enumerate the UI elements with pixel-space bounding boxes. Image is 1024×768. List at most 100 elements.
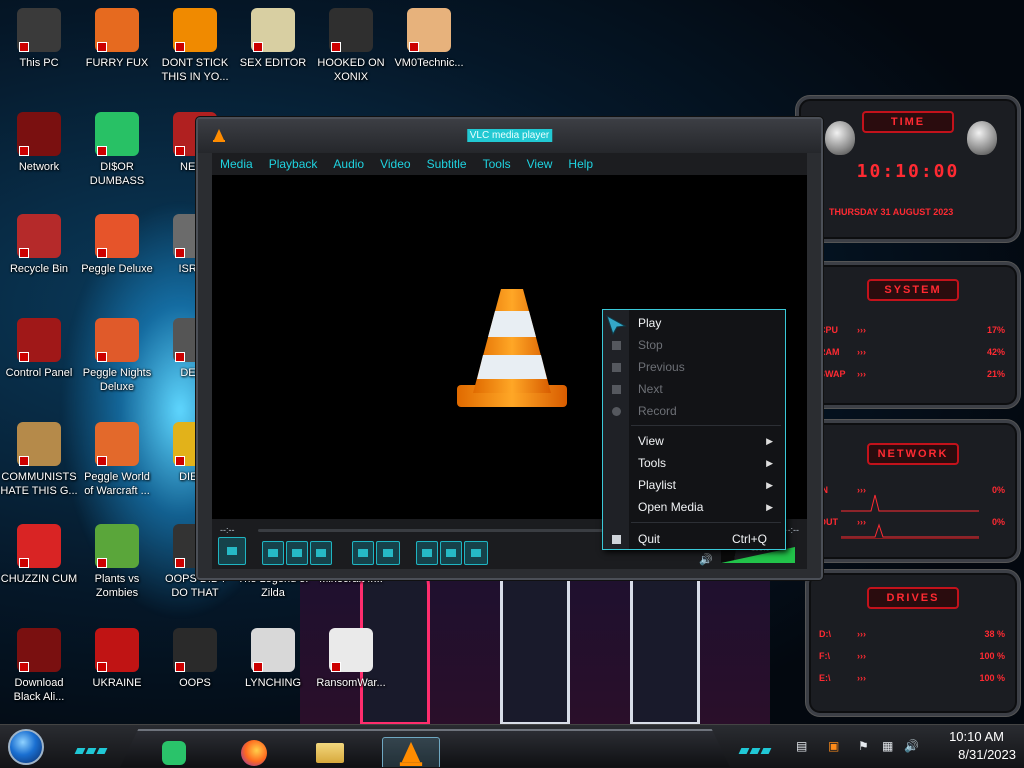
desktop-icon[interactable]: Peggle World of Warcraft ...: [78, 418, 156, 510]
menu-item-label: View: [638, 434, 664, 448]
menu-item-tools[interactable]: Tools ▶: [603, 452, 785, 474]
menu-audio[interactable]: Audio: [325, 153, 372, 175]
play-button[interactable]: [218, 537, 246, 565]
folder-icon: [316, 743, 344, 763]
taskbar: ▤ ▣ ⚑ ▦ 🔊 10:10 AM 8/31/2023: [0, 724, 1024, 768]
taskbar-app-chat[interactable]: [154, 737, 194, 767]
network-gadget[interactable]: NETWORK IN ››› 0% OUT ››› 0%: [806, 420, 1020, 562]
next-button[interactable]: [310, 541, 332, 565]
shortcut-arrow-icon: [253, 42, 263, 52]
gadget-row-value: 0%: [991, 517, 1005, 527]
menu-view[interactable]: View: [519, 153, 561, 175]
menu-item-record: Record: [603, 400, 785, 422]
shortcut-arrow-icon: [331, 42, 341, 52]
drives-gadget[interactable]: DRIVES D:\ ››› 38 % F:\ ››› 100 % E:\ ››› 100 %: [806, 570, 1020, 716]
desktop-icon[interactable]: UKRAINE: [78, 624, 156, 716]
app-icon: [251, 8, 295, 52]
desktop-icon[interactable]: Peggle Deluxe: [78, 210, 156, 302]
desktop-icon[interactable]: COMMUNISTS HATE THIS G...: [0, 418, 78, 510]
desktop-icon-label: FURRY FUX: [85, 57, 149, 69]
stop-icon: [612, 341, 621, 350]
gadget-row-bar: ›››: [857, 673, 866, 683]
taskbar-clock-time[interactable]: 10:10 AM: [949, 729, 1004, 744]
desktop-icon-label: This PC: [19, 57, 59, 69]
shortcut-arrow-icon: [409, 42, 419, 52]
gadget-row-bar: ›››: [857, 347, 866, 357]
desktop-icon[interactable]: DONT STICK THIS IN YO...: [156, 4, 234, 96]
loop-button[interactable]: [440, 541, 462, 565]
gadget-row: D:\ ››› 38 %: [819, 629, 1005, 639]
tray-app-icon[interactable]: ▣: [828, 739, 839, 753]
shortcut-arrow-icon: [253, 662, 263, 672]
gadget-row: SWAP ››› 21%: [819, 369, 1005, 379]
desktop-icon[interactable]: RansomWar...: [312, 624, 390, 716]
vlc-titlebar[interactable]: VLC media player: [198, 119, 821, 153]
desktop-icon[interactable]: This PC: [0, 4, 78, 96]
gadget-row-value: 21%: [986, 369, 1005, 379]
tray-overflow-icon[interactable]: ▤: [796, 739, 807, 753]
time-gadget[interactable]: TIME 10:10:00 THURSDAY 31 AUGUST 2023: [796, 96, 1020, 242]
taskbar-app-file-explorer[interactable]: [310, 737, 350, 767]
desktop-icon[interactable]: HOOKED ON XONIX: [312, 4, 390, 96]
desktop-icon-label: Control Panel: [5, 367, 73, 379]
action-center-flag-icon[interactable]: ⚑: [858, 739, 869, 753]
desktop-icon[interactable]: Download Black Ali...: [0, 624, 78, 716]
vlc-cone-icon: [399, 741, 423, 766]
desktop-icon-label: Network: [18, 161, 60, 173]
fullscreen-button[interactable]: [352, 541, 374, 565]
desktop-icon[interactable]: Control Panel: [0, 314, 78, 406]
desktop-icon[interactable]: VM0Technic...: [390, 4, 468, 96]
stop-button[interactable]: [286, 541, 308, 565]
app-icon: [95, 318, 139, 362]
menu-item-view[interactable]: View ▶: [603, 430, 785, 452]
menu-item-playlist[interactable]: Playlist ▶: [603, 474, 785, 496]
network-icon[interactable]: ▦: [882, 739, 893, 753]
menu-item-label: Playlist: [638, 478, 677, 492]
desktop-icon-label: COMMUNISTS HATE THIS G...: [0, 471, 78, 497]
shuffle-button[interactable]: [464, 541, 488, 565]
desktop-icon[interactable]: Plants vs Zombies: [78, 520, 156, 612]
speaker-icon[interactable]: 🔊: [699, 553, 713, 566]
menu-item-play[interactable]: Play: [603, 312, 785, 334]
desktop-icon-label: Peggle Deluxe: [81, 263, 153, 275]
playlist-button[interactable]: [416, 541, 438, 565]
desktop-icon[interactable]: LYNCHING: [234, 624, 312, 716]
desktop-icon[interactable]: OOPS: [156, 624, 234, 716]
desktop-icon[interactable]: CHUZZIN CUM: [0, 520, 78, 612]
taskbar-app-firefox[interactable]: [234, 737, 274, 767]
desktop-icon[interactable]: Recycle Bin: [0, 210, 78, 302]
previous-button[interactable]: [262, 541, 284, 565]
menu-playback[interactable]: Playback: [261, 153, 326, 175]
gadget-date: THURSDAY 31 AUGUST 2023: [829, 207, 954, 217]
desktop-icon[interactable]: SEX EDITOR: [234, 4, 312, 96]
gadget-row-bar: ›››: [857, 517, 866, 527]
desktop-icon[interactable]: Peggle Nights Deluxe: [78, 314, 156, 406]
app-icon: [17, 112, 61, 156]
menu-item-open-media[interactable]: Open Media ▶: [603, 496, 785, 518]
start-button[interactable]: [8, 729, 44, 765]
menu-tools[interactable]: Tools: [475, 153, 519, 175]
system-gadget[interactable]: SYSTEM CPU ››› 17% RAM ››› 42% SWAP ››› 21%: [806, 262, 1020, 408]
shortcut-arrow-icon: [97, 352, 107, 362]
taskbar-app-vlc[interactable]: [382, 737, 440, 767]
gadget-row-bar: ›››: [857, 485, 866, 495]
taskbar-clock-date[interactable]: 8/31/2023: [958, 747, 1016, 762]
desktop-icon[interactable]: Network: [0, 108, 78, 200]
app-icon: [17, 8, 61, 52]
volume-icon[interactable]: 🔊: [904, 739, 919, 753]
desktop-icon-label: CHUZZIN CUM: [0, 573, 78, 585]
menu-media[interactable]: Media: [212, 153, 261, 175]
desktop-icon[interactable]: FURRY FUX: [78, 4, 156, 96]
extended-settings-button[interactable]: [376, 541, 400, 565]
menu-subtitle[interactable]: Subtitle: [419, 153, 475, 175]
menu-video[interactable]: Video: [372, 153, 418, 175]
submenu-arrow-icon: ▶: [766, 480, 773, 490]
shortcut-arrow-icon: [97, 456, 107, 466]
menu-help[interactable]: Help: [560, 153, 601, 175]
gadget-row-label: D:\: [819, 629, 831, 639]
shortcut-arrow-icon: [97, 42, 107, 52]
gadget-title: TIME: [862, 111, 954, 133]
desktop-icon[interactable]: DI$OR DUMBASS: [78, 108, 156, 200]
menu-item-quit[interactable]: Quit Ctrl+Q: [603, 528, 785, 550]
desktop-icon-label: Peggle Nights Deluxe: [82, 367, 152, 393]
